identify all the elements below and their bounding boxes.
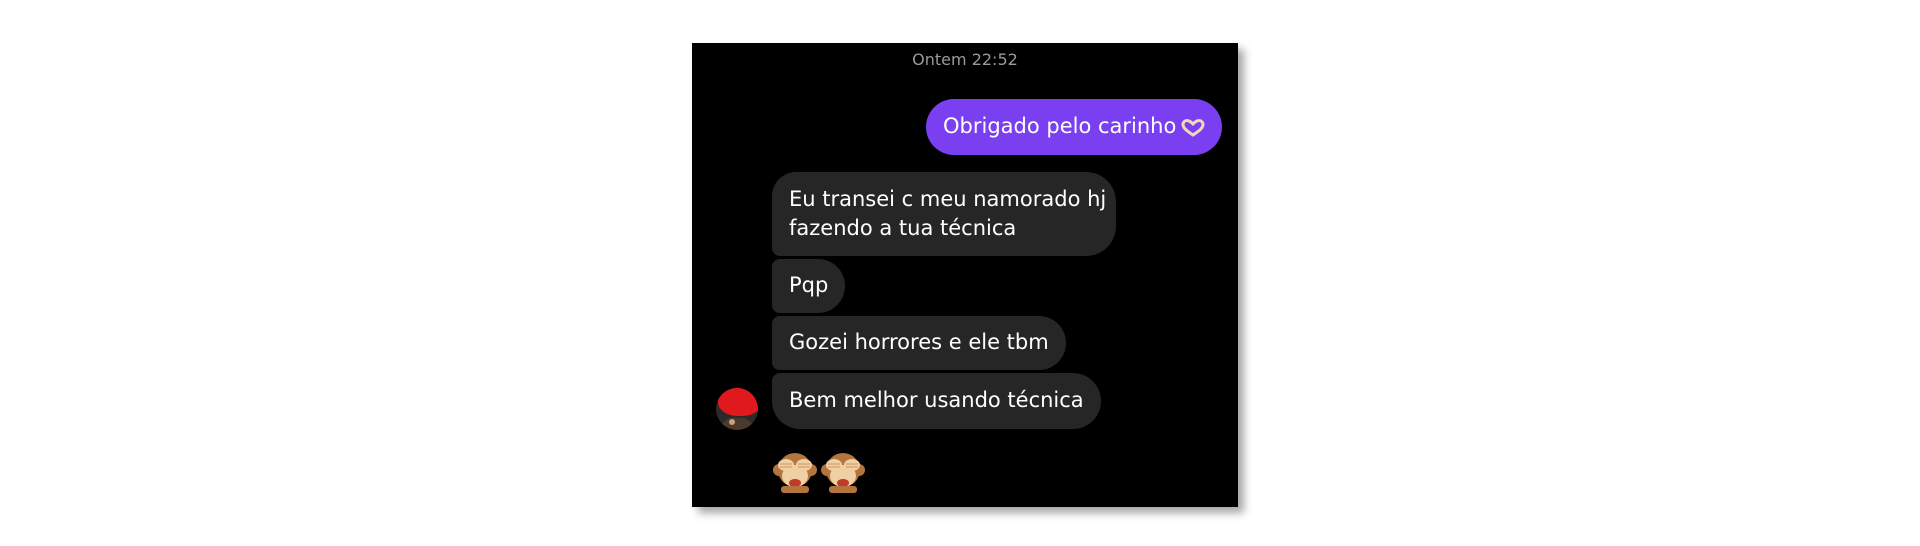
heart-hands-icon [1181, 119, 1205, 137]
incoming-message-text: Gozei horrores e ele tbm [789, 330, 1049, 354]
see-no-evil-monkey-icon[interactable] [820, 448, 866, 494]
incoming-message-bubble[interactable]: Pqp [772, 259, 846, 313]
outgoing-message-text: Obrigado pelo carinho [943, 114, 1177, 138]
see-no-evil-monkey-icon[interactable] [772, 448, 818, 494]
incoming-message-bubble[interactable]: Bem melhor usando técnica [772, 373, 1101, 429]
incoming-message-text: Pqp [789, 273, 829, 297]
message-timestamp: Ontem 22:52 [912, 50, 1018, 69]
incoming-message-bubble[interactable]: Gozei horrores e ele tbm [772, 316, 1066, 370]
incoming-message-line: Eu transei c meu namorado hj [789, 187, 1107, 211]
sender-avatar[interactable] [716, 388, 758, 430]
incoming-message-line: fazendo a tua técnica [789, 216, 1017, 240]
chat-thread[interactable]: Ontem 22:52 Obrigado pelo carinho Eu tra… [692, 43, 1238, 507]
incoming-message-bubble[interactable]: Eu transei c meu namorado hj fazendo a t… [772, 172, 1116, 256]
page: Ontem 22:52 Obrigado pelo carinho Eu tra… [0, 0, 1920, 546]
outgoing-message-bubble[interactable]: Obrigado pelo carinho [926, 99, 1223, 155]
incoming-message-text: Bem melhor usando técnica [789, 388, 1084, 412]
